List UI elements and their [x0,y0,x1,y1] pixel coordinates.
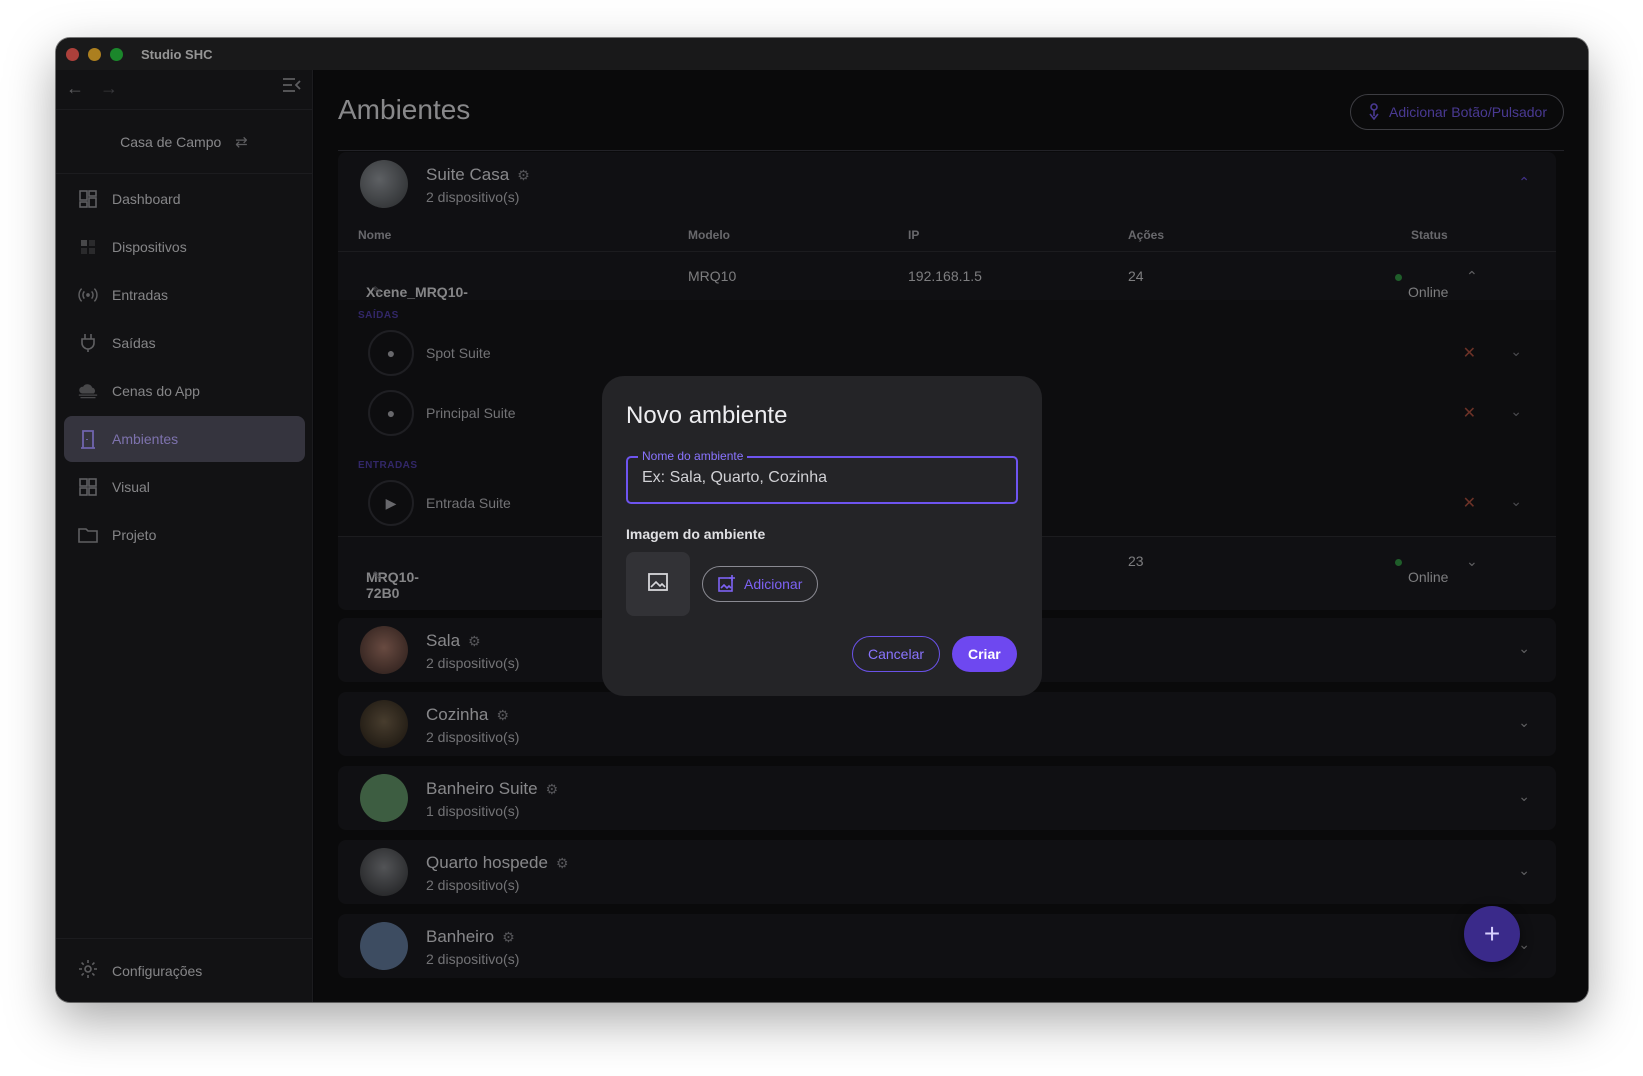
new-room-dialog: Novo ambiente Nome do ambiente Imagem do… [602,376,1042,696]
image-placeholder [626,552,690,616]
room-name-field[interactable]: Nome do ambiente [626,449,1018,504]
fab-add-button[interactable]: + [1464,906,1520,962]
add-photo-icon [718,574,736,595]
add-image-label: Adicionar [744,576,803,592]
image-label: Imagem do ambiente [626,526,766,542]
room-name-input[interactable] [642,469,1002,487]
plus-icon: + [1483,918,1501,949]
create-button[interactable]: Criar [952,636,1017,672]
image-icon [648,572,668,596]
add-image-button[interactable]: Adicionar [702,566,819,602]
field-label: Nome do ambiente [638,449,748,463]
cancel-button[interactable]: Cancelar [852,636,941,672]
dialog-title: Novo ambiente [626,402,788,429]
